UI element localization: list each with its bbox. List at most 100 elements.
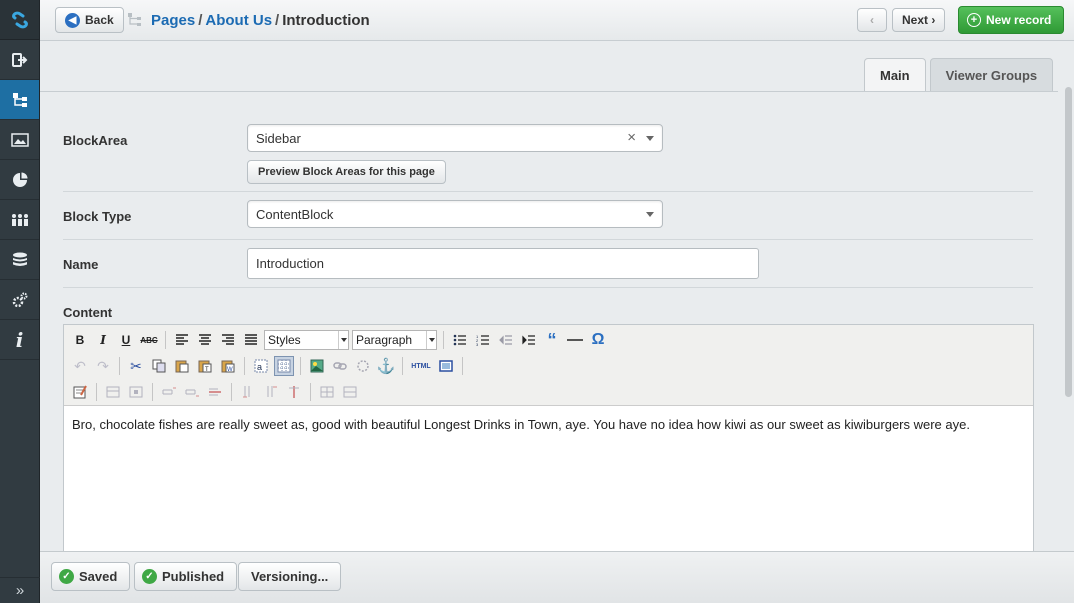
toolbar-separator bbox=[443, 331, 444, 349]
insert-column-after-icon[interactable] bbox=[261, 382, 281, 402]
tab-main[interactable]: Main bbox=[864, 58, 926, 92]
format-select-value: Paragraph bbox=[356, 333, 413, 347]
tab-viewer-groups[interactable]: Viewer Groups bbox=[929, 58, 1054, 92]
html-source-icon[interactable]: HTML bbox=[409, 356, 433, 376]
preview-block-areas-button[interactable]: Preview Block Areas for this page bbox=[247, 160, 446, 184]
toolbar-separator bbox=[152, 383, 153, 401]
info-icon[interactable]: i bbox=[0, 320, 39, 360]
paste-text-icon[interactable]: T bbox=[195, 356, 215, 376]
field-divider bbox=[63, 191, 1033, 192]
vertical-scrollbar[interactable] bbox=[1065, 87, 1072, 397]
breadcrumb-pages[interactable]: Pages bbox=[151, 12, 195, 29]
insert-image-icon[interactable] bbox=[307, 356, 327, 376]
strikethrough-icon[interactable]: ABC bbox=[139, 330, 159, 350]
tab-bar: Main Viewer Groups bbox=[864, 58, 1054, 92]
format-select[interactable]: Paragraph bbox=[352, 330, 437, 350]
name-value: Introduction bbox=[256, 256, 324, 271]
back-button[interactable]: ◀ Back bbox=[55, 7, 124, 33]
previous-record-button[interactable]: ‹ bbox=[857, 8, 887, 32]
insert-row-before-icon[interactable] bbox=[159, 382, 179, 402]
toolbar-separator bbox=[310, 383, 311, 401]
name-input[interactable]: Introduction bbox=[247, 248, 759, 279]
clear-icon[interactable]: × bbox=[627, 129, 636, 146]
styles-select[interactable]: Styles bbox=[264, 330, 349, 350]
special-character-icon[interactable]: Ω bbox=[588, 330, 608, 350]
new-record-label: New record bbox=[986, 13, 1052, 27]
outdent-icon[interactable] bbox=[496, 330, 516, 350]
editor-content-area[interactable]: Bro, chocolate fishes are really sweet a… bbox=[64, 406, 1033, 443]
site-tree-icon[interactable] bbox=[0, 80, 39, 120]
numbered-list-icon[interactable]: 123 bbox=[473, 330, 493, 350]
select-all-icon[interactable]: a bbox=[251, 356, 271, 376]
visual-aid-icon[interactable] bbox=[274, 356, 294, 376]
pie-chart-icon[interactable] bbox=[0, 160, 39, 200]
bold-icon[interactable]: B bbox=[70, 330, 90, 350]
breadcrumb-current: Introduction bbox=[282, 12, 370, 29]
plus-icon: + bbox=[967, 13, 981, 27]
delete-column-icon[interactable] bbox=[284, 382, 304, 402]
logo-icon[interactable] bbox=[0, 0, 39, 40]
redo-icon[interactable]: ↷ bbox=[93, 356, 113, 376]
delete-row-icon[interactable] bbox=[205, 382, 225, 402]
chevron-down-icon bbox=[426, 331, 436, 349]
merge-cells-icon[interactable] bbox=[340, 382, 360, 402]
rich-text-editor: B I U ABC Styles Paragraph 123 “ Ω ↶ ↷ ✂… bbox=[63, 324, 1034, 551]
image-icon[interactable] bbox=[0, 120, 39, 160]
align-left-icon[interactable] bbox=[172, 330, 192, 350]
fullscreen-icon[interactable] bbox=[436, 356, 456, 376]
block-area-value: Sidebar bbox=[256, 130, 301, 146]
toolbar-separator bbox=[244, 357, 245, 375]
svg-text:W: W bbox=[227, 367, 233, 373]
copy-icon[interactable] bbox=[149, 356, 169, 376]
align-center-icon[interactable] bbox=[195, 330, 215, 350]
block-area-select[interactable]: Sidebar × bbox=[247, 124, 663, 152]
breadcrumb-tree-icon bbox=[128, 13, 142, 30]
chevron-left-icon: ‹ bbox=[870, 13, 874, 27]
versioning-button[interactable]: Versioning... bbox=[238, 562, 342, 591]
saved-button[interactable]: ✓ Saved bbox=[51, 562, 131, 591]
block-type-select[interactable]: ContentBlock bbox=[247, 200, 663, 228]
database-icon[interactable] bbox=[0, 240, 39, 280]
blockquote-icon[interactable]: “ bbox=[542, 330, 562, 350]
align-right-icon[interactable] bbox=[218, 330, 238, 350]
users-icon[interactable] bbox=[0, 200, 39, 240]
insert-column-before-icon[interactable] bbox=[238, 382, 258, 402]
svg-text:a: a bbox=[257, 362, 262, 372]
logout-icon[interactable] bbox=[0, 40, 39, 80]
underline-icon[interactable]: U bbox=[116, 330, 136, 350]
paste-word-icon[interactable]: W bbox=[218, 356, 238, 376]
paste-icon[interactable] bbox=[172, 356, 192, 376]
cut-icon[interactable]: ✂ bbox=[126, 356, 146, 376]
split-cells-icon[interactable] bbox=[317, 382, 337, 402]
bullet-list-icon[interactable] bbox=[450, 330, 470, 350]
insert-row-after-icon[interactable] bbox=[182, 382, 202, 402]
justify-icon[interactable] bbox=[241, 330, 261, 350]
breadcrumb: Pages / About Us / Introduction bbox=[151, 12, 370, 29]
unlink-icon[interactable] bbox=[353, 356, 373, 376]
horizontal-rule-icon[interactable] bbox=[565, 330, 585, 350]
gears-icon[interactable] bbox=[0, 280, 39, 320]
indent-icon[interactable] bbox=[519, 330, 539, 350]
chevron-down-icon bbox=[338, 331, 348, 349]
link-icon[interactable] bbox=[330, 356, 350, 376]
back-arrow-icon: ◀ bbox=[65, 12, 80, 28]
new-record-button[interactable]: + New record bbox=[958, 6, 1065, 34]
anchor-icon[interactable]: ⚓ bbox=[376, 356, 396, 376]
undo-icon[interactable]: ↶ bbox=[70, 356, 90, 376]
block-type-label: Block Type bbox=[63, 209, 132, 224]
toolbar-separator bbox=[231, 383, 232, 401]
breadcrumb-about-us[interactable]: About Us bbox=[205, 12, 272, 29]
insert-table-icon[interactable] bbox=[70, 382, 90, 402]
toolbar-separator bbox=[165, 331, 166, 349]
expand-menu-icon[interactable]: » bbox=[0, 577, 40, 603]
next-record-button[interactable]: Next › bbox=[892, 8, 946, 32]
field-divider bbox=[63, 239, 1033, 240]
published-button[interactable]: ✓ Published bbox=[134, 562, 238, 591]
table-row-props-icon[interactable] bbox=[103, 382, 123, 402]
chevron-down-icon bbox=[646, 136, 654, 141]
check-icon: ✓ bbox=[59, 569, 74, 584]
table-cell-props-icon[interactable] bbox=[126, 382, 146, 402]
versioning-label: Versioning... bbox=[251, 569, 329, 584]
italic-icon[interactable]: I bbox=[93, 330, 113, 350]
saved-label: Saved bbox=[79, 569, 118, 584]
